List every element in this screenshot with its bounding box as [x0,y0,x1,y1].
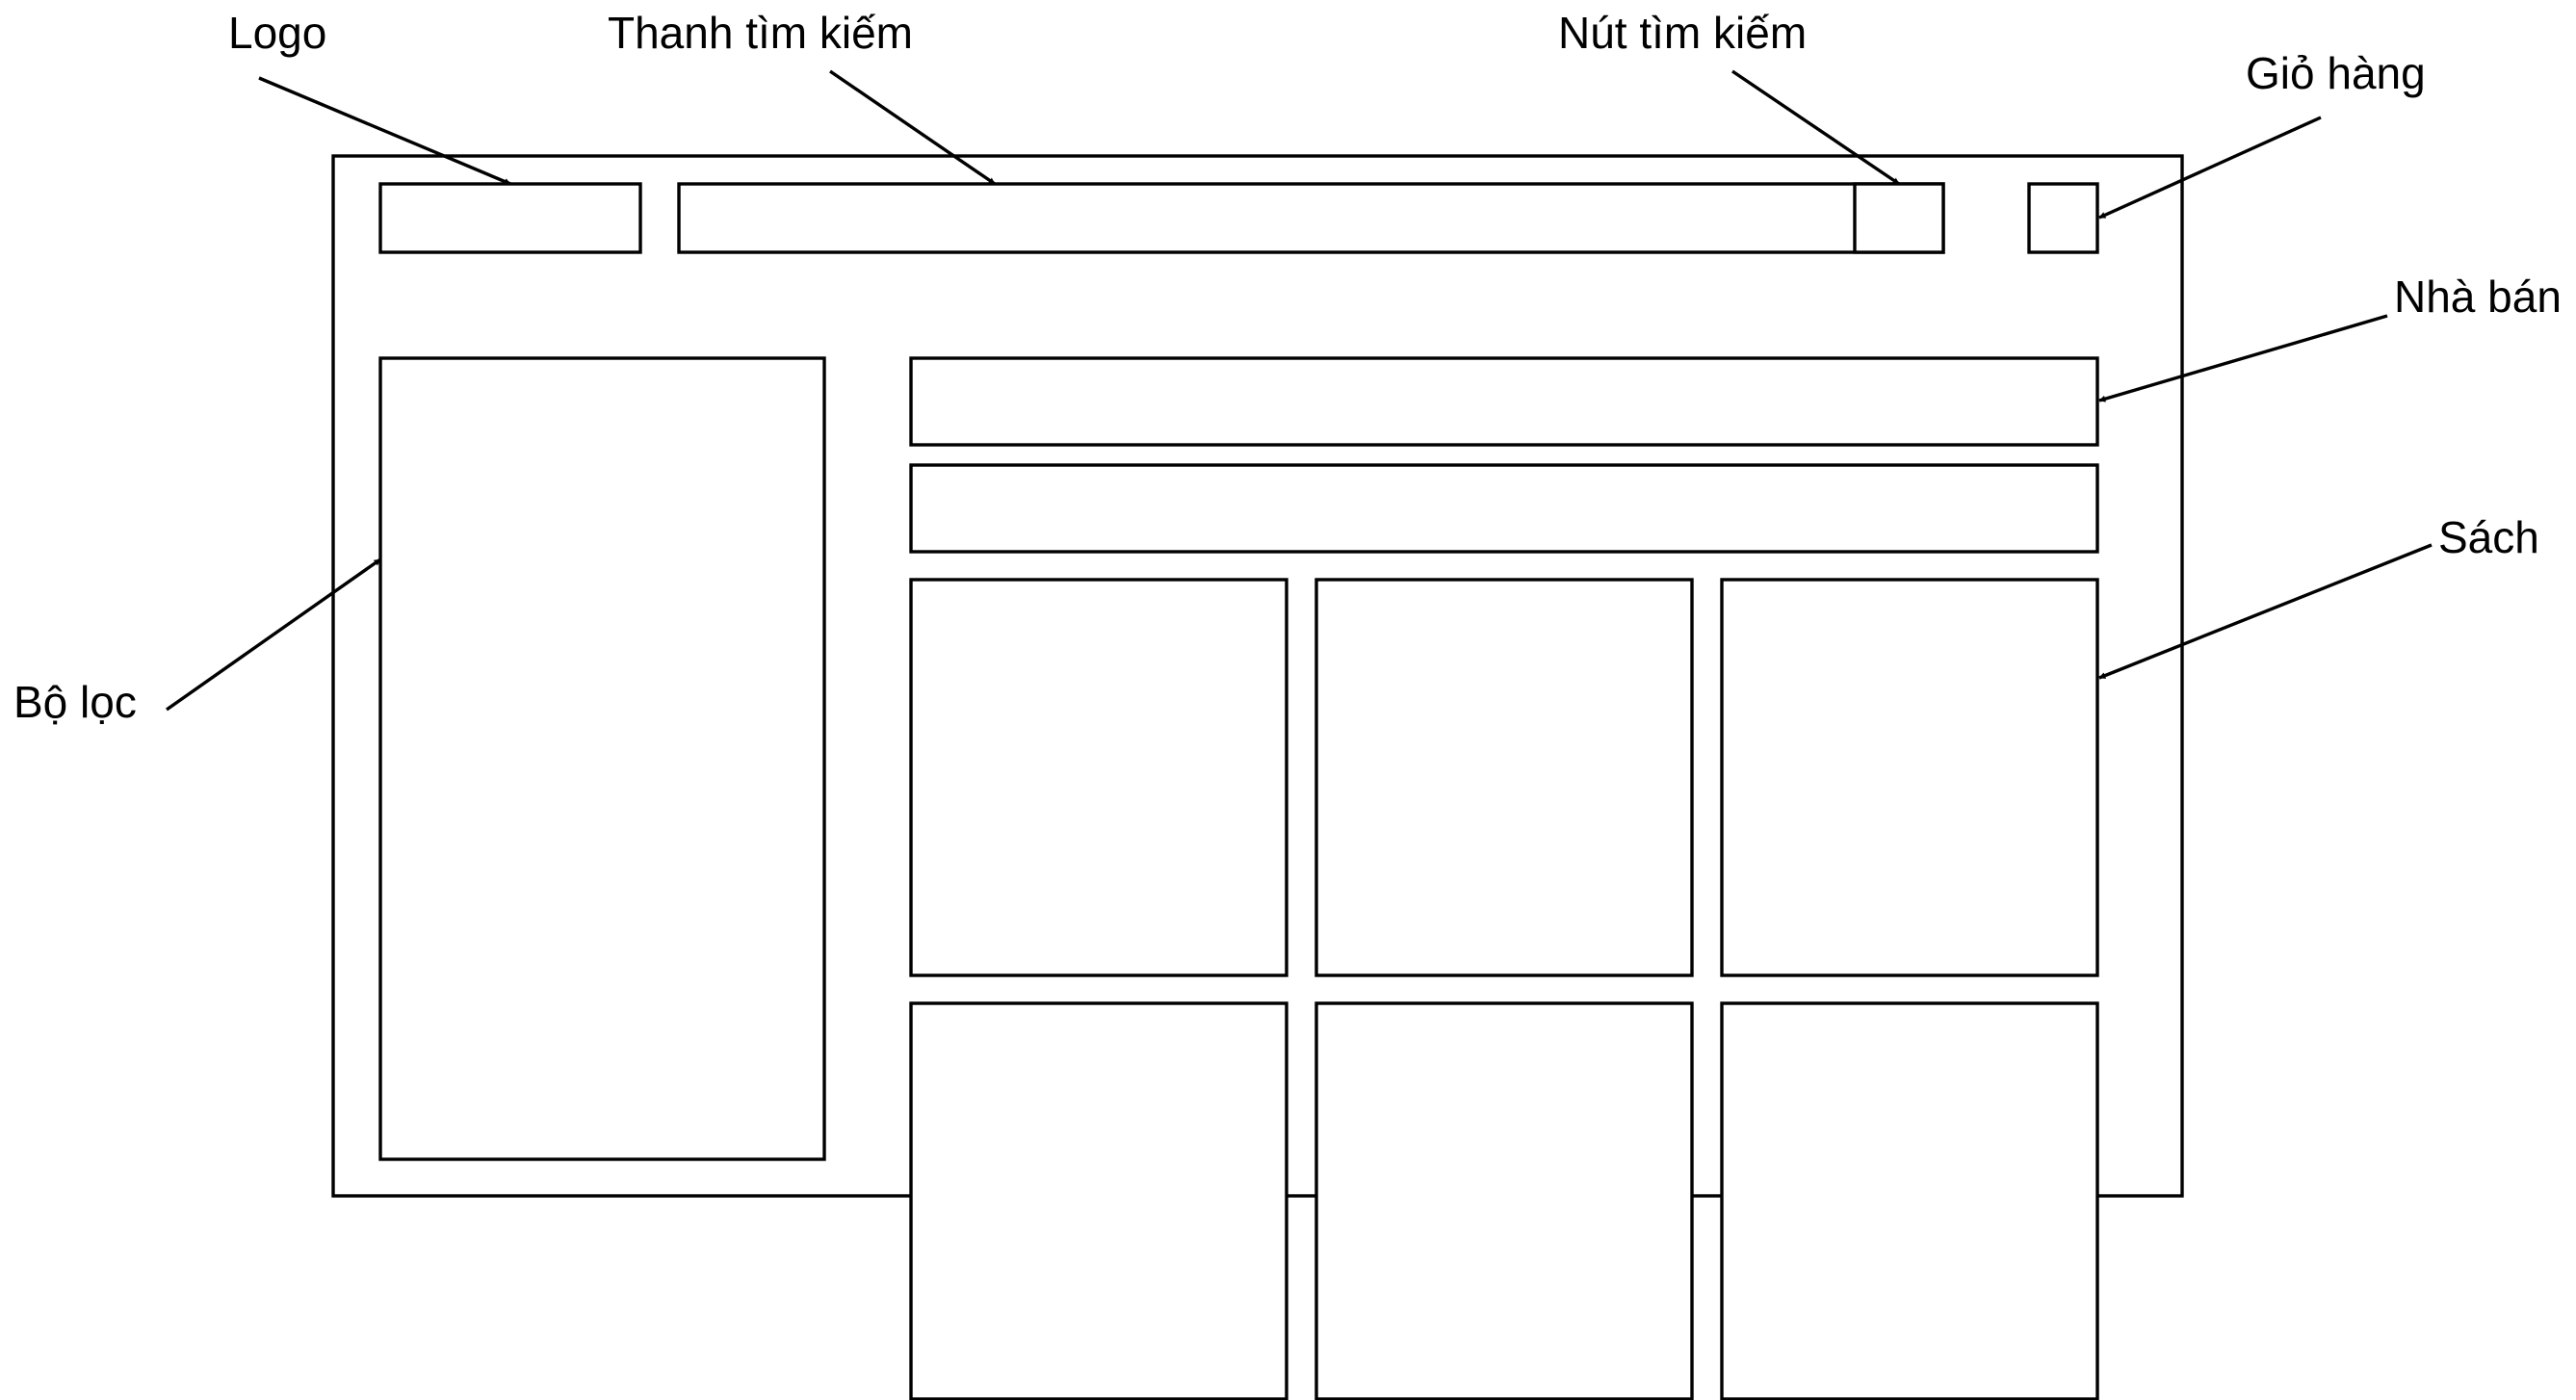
secondary-bar-box [909,463,2099,554]
filter-panel-box [378,356,826,1161]
wireframe-diagram: Logo Thanh tìm kiếm Nút tìm kiếm Giỏ hàn… [13,8,2562,1400]
book-card-box [1720,578,2099,977]
logo-box [378,182,642,254]
book-card-box [1314,1001,1694,1400]
book-card-box [909,1001,1288,1400]
search-button-label: Nút tìm kiếm [1558,8,1807,58]
seller-bar-box [909,356,2099,447]
book-card-box [1720,1001,2099,1400]
search-bar-box [677,182,1945,254]
search-button-box [1853,182,1945,254]
cart-box [2027,182,2099,254]
filter-label: Bộ lọc [13,677,137,727]
books-label: Sách [2438,512,2539,562]
cart-label: Giỏ hàng [2246,48,2426,98]
seller-label: Nhà bán [2394,272,2562,322]
search-bar-label: Thanh tìm kiếm [608,8,913,58]
book-card-box [909,578,1288,977]
book-card-box [1314,578,1694,977]
logo-label: Logo [228,8,326,58]
